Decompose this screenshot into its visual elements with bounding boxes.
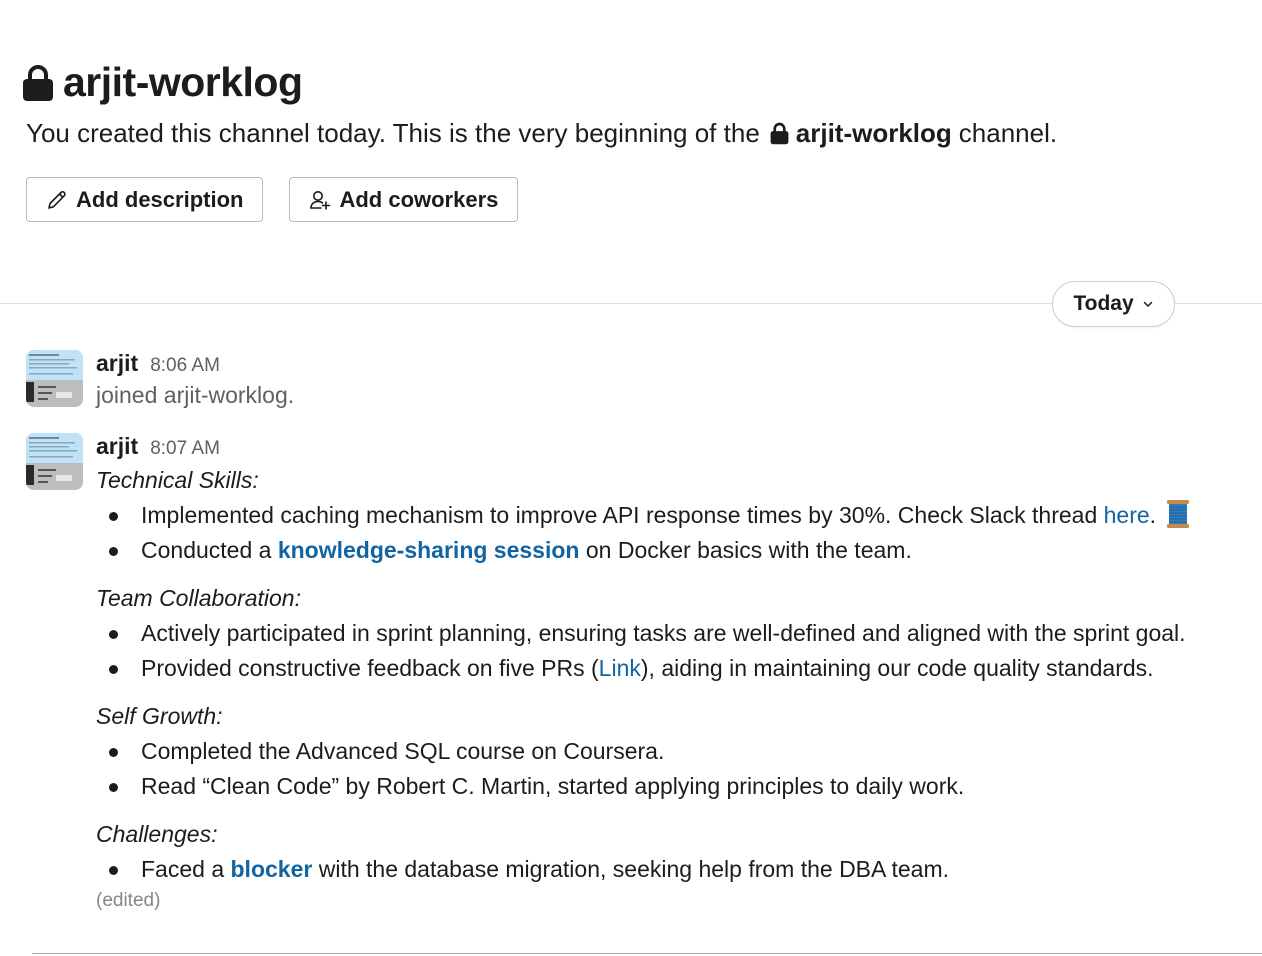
item-text: Faced a	[141, 856, 231, 882]
message: arjit 8:07 AM Technical Skills: Implemen…	[26, 433, 1242, 912]
lock-icon	[770, 122, 789, 145]
channel-page: arjit-worklog You created this channel t…	[0, 0, 1262, 956]
prs-link[interactable]: Link	[599, 655, 641, 681]
item-text: Conducted a	[141, 537, 278, 563]
bullet-dot	[109, 748, 118, 757]
channel-name: arjit-worklog	[63, 58, 303, 105]
item-text: on Docker basics with the team.	[579, 537, 912, 563]
add-coworkers-button[interactable]: Add coworkers	[289, 177, 519, 222]
intro-prefix: You created this channel today. This is …	[26, 118, 760, 148]
item-text: Read “Clean Code” by Robert C. Martin, s…	[141, 773, 965, 799]
bullet-dot	[109, 512, 118, 521]
add-description-label: Add description	[76, 186, 244, 212]
item-text: Provided constructive feedback on five P…	[141, 655, 599, 681]
bullet-dot	[109, 630, 118, 639]
pencil-icon	[48, 190, 66, 209]
item-text: Completed the Advanced SQL course on Cou…	[141, 738, 665, 764]
bullet-dot	[109, 665, 118, 674]
avatar[interactable]	[26, 350, 83, 407]
avatar[interactable]	[26, 433, 83, 490]
list-item: Read “Clean Code” by Robert C. Martin, s…	[96, 769, 1242, 804]
channel-title: arjit-worklog	[22, 58, 1242, 106]
join-message-text: joined arjit-worklog.	[96, 382, 295, 408]
channel-intro: arjit-worklog You created this channel t…	[22, 58, 1242, 222]
add-user-icon	[310, 190, 331, 210]
bullet-dot	[109, 783, 118, 792]
timestamp[interactable]: 8:06 AM	[150, 355, 220, 377]
list-item: Implemented caching mechanism to improve…	[96, 498, 1242, 533]
section-title: Self Growth:	[96, 703, 223, 729]
blocker-link[interactable]: blocker	[231, 856, 313, 882]
bullet-list: Faced a blocker with the database migrat…	[96, 852, 1242, 887]
avatar-image	[26, 350, 83, 407]
composer-top-border	[32, 953, 1262, 954]
list-item: Faced a blocker with the database migrat…	[96, 852, 1242, 887]
add-description-button[interactable]: Add description	[26, 177, 264, 222]
item-text: Implemented caching mechanism to improve…	[141, 502, 1104, 528]
bullet-list: Completed the Advanced SQL course on Cou…	[96, 734, 1242, 804]
list-item: Provided constructive feedback on five P…	[96, 651, 1242, 686]
bullet-list: Actively participated in sprint planning…	[96, 616, 1242, 686]
bullet-list: Implemented caching mechanism to improve…	[96, 498, 1242, 568]
intro-actions: Add description Add coworkers	[26, 177, 1242, 222]
here-link[interactable]: here	[1104, 502, 1150, 528]
item-text: with the database migration, seeking hel…	[312, 856, 950, 882]
add-coworkers-label: Add coworkers	[339, 186, 499, 212]
date-label: Today	[1073, 292, 1134, 315]
spool-of-thread-icon	[1167, 500, 1190, 528]
item-text: ), aiding in maintaining our code qualit…	[640, 655, 1154, 681]
section-title: Team Collaboration:	[96, 585, 301, 611]
item-text: .	[1149, 502, 1157, 528]
bullet-dot	[109, 866, 118, 875]
message-header: arjit 8:07 AM	[96, 433, 1242, 463]
knowledge-sharing-link[interactable]: knowledge-sharing session	[278, 537, 580, 563]
author-name[interactable]: arjit	[96, 433, 138, 460]
author-name[interactable]: arjit	[96, 350, 138, 377]
item-text: Actively participated in sprint planning…	[141, 620, 1186, 646]
lock-icon	[23, 65, 53, 101]
date-jump-button[interactable]: Today	[1052, 281, 1175, 327]
section-title: Technical Skills:	[96, 467, 259, 493]
avatar-image	[26, 433, 83, 490]
chevron-down-icon	[1143, 301, 1152, 307]
timestamp[interactable]: 8:07 AM	[150, 438, 220, 460]
bullet-dot	[109, 547, 118, 556]
intro-suffix: channel.	[958, 118, 1058, 148]
message-header: arjit 8:06 AM	[96, 350, 1242, 380]
channel-intro-text: You created this channel today. This is …	[26, 118, 1242, 149]
intro-channel-link[interactable]: arjit-worklog	[796, 118, 952, 149]
message-body: arjit 8:06 AM joined arjit-worklog.	[96, 350, 1242, 409]
list-item: Conducted a knowledge-sharing session on…	[96, 533, 1242, 568]
message-body: arjit 8:07 AM Technical Skills: Implemen…	[96, 433, 1242, 912]
list-item: Completed the Advanced SQL course on Cou…	[96, 734, 1242, 769]
section-title: Challenges:	[96, 821, 218, 847]
edited-label: (edited)	[96, 890, 161, 911]
message: arjit 8:06 AM joined arjit-worklog.	[26, 350, 1242, 409]
list-item: Actively participated in sprint planning…	[96, 616, 1242, 651]
